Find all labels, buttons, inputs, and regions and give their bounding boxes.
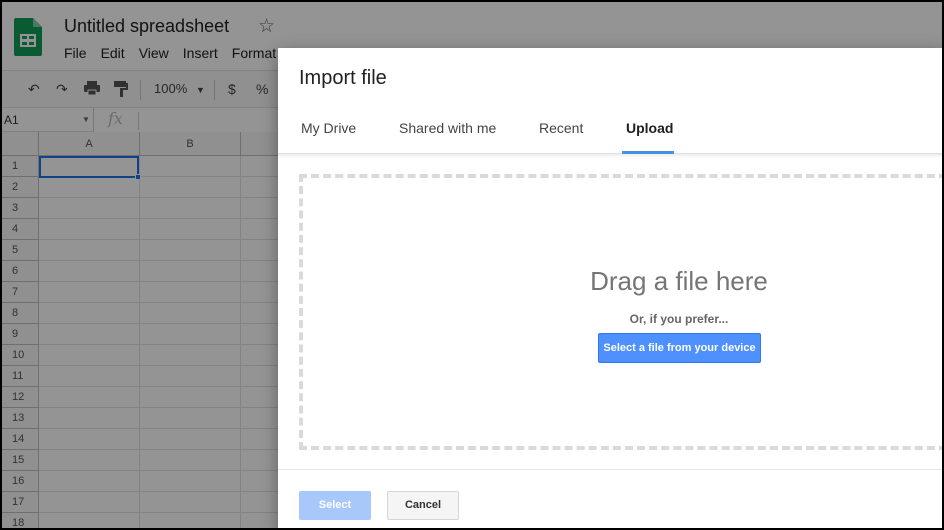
dialog-title: Import file	[299, 67, 387, 89]
dialog-tabs: My Drive Shared with me Recent Upload	[278, 106, 942, 154]
screen-frame: Untitled spreadsheet ☆ File Edit View In…	[0, 0, 944, 530]
active-tab-indicator	[622, 151, 674, 154]
select-button[interactable]: Select	[299, 491, 371, 520]
tab-my-drive[interactable]: My Drive	[301, 120, 356, 136]
tab-shared-with-me[interactable]: Shared with me	[399, 120, 496, 136]
prefer-text: Or, if you prefer...	[629, 312, 729, 326]
upload-dropzone[interactable]: Drag a file here Or, if you prefer... Se…	[299, 174, 942, 450]
drag-file-text: Drag a file here	[590, 266, 768, 296]
footer-divider	[278, 469, 942, 470]
tab-recent[interactable]: Recent	[539, 120, 583, 136]
tab-upload[interactable]: Upload	[626, 120, 673, 136]
select-file-from-device-button[interactable]: Select a file from your device	[598, 333, 761, 363]
import-file-dialog: Import file My Drive Shared with me Rece…	[278, 48, 942, 528]
cancel-button[interactable]: Cancel	[387, 491, 459, 520]
